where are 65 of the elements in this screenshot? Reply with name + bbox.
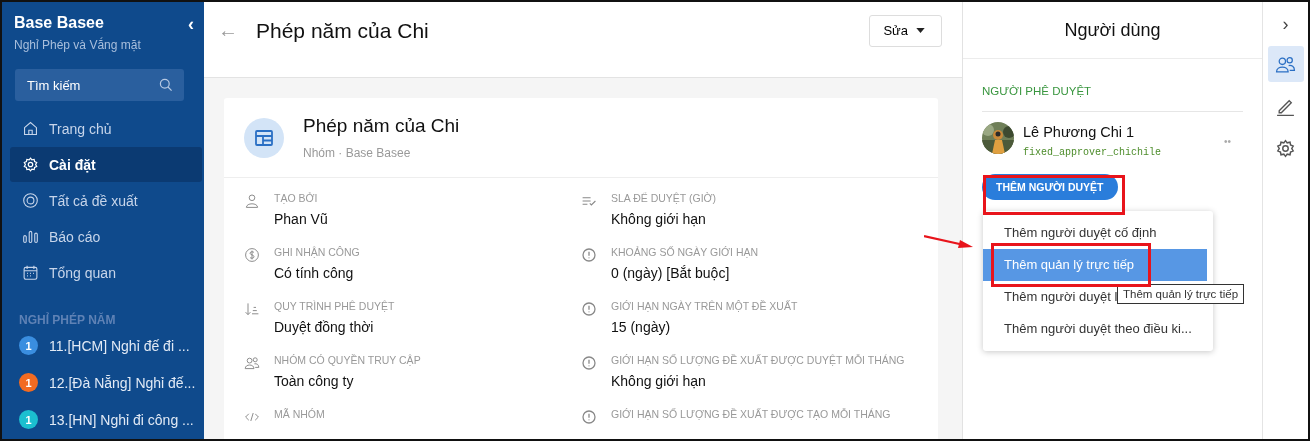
- alert-icon: [581, 301, 597, 317]
- layout-icon: [254, 127, 274, 148]
- people-icon: [244, 355, 260, 371]
- approver-id: fixed_approver_chichile: [1023, 147, 1163, 158]
- settings-icon: [22, 156, 39, 173]
- calendar-icon: [22, 264, 39, 281]
- field-label: QUY TRÌNH PHÊ DUYỆT: [274, 300, 395, 312]
- nav-item[interactable]: Báo cáo: [10, 219, 202, 254]
- app-subtitle: Nghỉ Phép và Vắng mặt: [14, 38, 141, 52]
- alert-icon: [581, 409, 597, 425]
- sort-icon: [244, 301, 260, 317]
- group-link[interactable]: 12.[Đà Nẵng] Nghỉ đế...: [49, 374, 196, 391]
- field-value: Có tính công: [274, 265, 355, 281]
- nav-item[interactable]: Tổng quan: [10, 255, 202, 290]
- field-label: GIỚI HẠN SỐ LƯỢNG ĐỀ XUẤT ĐƯỢC DUYỆT MỖI THÁNG: [611, 354, 905, 366]
- settings-icon: [1275, 137, 1296, 159]
- search-field[interactable]: Tìm kiếm: [15, 69, 184, 101]
- tooltip: Thêm quản lý trực tiếp: [1117, 284, 1245, 304]
- page-title: Phép năm của Chi: [256, 18, 430, 43]
- field-value: Không giới hạn: [611, 211, 707, 227]
- menu-item[interactable]: Thêm người duyệt cố định: [983, 217, 1213, 249]
- field-value: 0 (ngày) [Bắt buộc]: [611, 265, 731, 281]
- field-label: TẠO BỞI: [274, 192, 319, 204]
- field-label: GIỚI HẠN NGÀY TRÊN MỘT ĐỀ XUẤT: [611, 300, 798, 312]
- group-link[interactable]: 13.[HN] Nghỉ đi công ...: [49, 411, 194, 428]
- expand-button[interactable]: ›: [1282, 14, 1289, 34]
- field-value: 15 (ngày): [611, 319, 672, 335]
- collapse-button[interactable]: ‹: [188, 14, 194, 34]
- count-badge: 1: [19, 373, 38, 392]
- app-title: Base Basee: [14, 14, 105, 32]
- count-badge: 1: [19, 336, 38, 355]
- field-label: SLA ĐỂ DUYỆT (GIỜ): [611, 192, 717, 204]
- approver-name: Lê Phương Chi 1: [1023, 124, 1136, 140]
- nav-item[interactable]: Trang chủ: [10, 111, 202, 146]
- field-label: MÃ NHÓM: [274, 408, 325, 420]
- field-value: Phan Vũ: [274, 211, 328, 227]
- annotation-arrow: [924, 234, 974, 250]
- dollar-icon: [244, 247, 260, 263]
- field-label: KHOẢNG SỐ NGÀY GIỚI HẠN: [611, 246, 759, 258]
- card-subtitle: Nhóm · Base Basee: [303, 146, 412, 160]
- field-label: GIỚI HẠN SỐ LƯỢNG ĐỀ XUẤT ĐƯỢC TẠO MỖI THÁNG: [611, 408, 891, 420]
- caret-icon: [916, 28, 925, 33]
- section-heading: NGHỈ PHÉP NĂM: [19, 313, 117, 327]
- bar-chart-icon: [22, 228, 39, 245]
- menu-item[interactable]: Thêm người duyệt theo điều ki...: [983, 313, 1213, 345]
- edit-dropdown-button[interactable]: Sửa: [869, 14, 942, 47]
- card-title: Phép năm của Chi: [303, 115, 460, 137]
- field-label: GHI NHẬN CÔNG: [274, 246, 360, 258]
- alert-icon: [581, 355, 597, 371]
- home-icon: [22, 120, 39, 137]
- search-icon: [158, 77, 174, 93]
- person-icon: [244, 193, 260, 209]
- panel-title: Người dùng: [963, 2, 1262, 59]
- field-value: Toàn công ty: [274, 373, 355, 389]
- field-label: NHÓM CÓ QUYỀN TRUY CẬP: [274, 354, 421, 366]
- nav-item[interactable]: Tất cả đề xuất: [10, 183, 202, 218]
- count-badge: 1: [19, 410, 38, 429]
- field-value: Không giới hạn: [611, 373, 707, 389]
- nav-item[interactable]: Cài đặt: [10, 147, 202, 182]
- target-icon: [22, 192, 39, 209]
- section-heading: NGƯỜI PHÊ DUYỆT: [982, 59, 1243, 112]
- field-value: Duyệt đồng thời: [274, 319, 375, 335]
- alert-icon: [581, 247, 597, 263]
- group-link[interactable]: 11.[HCM] Nghỉ đế đi ...: [49, 337, 190, 354]
- toolbar-button[interactable]: [1267, 46, 1304, 82]
